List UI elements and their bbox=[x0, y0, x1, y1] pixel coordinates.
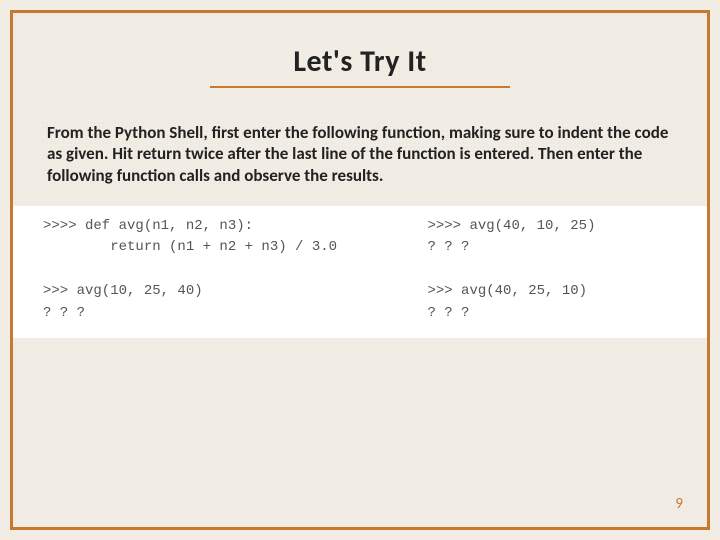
page-number: 9 bbox=[675, 495, 683, 513]
code-block: >>>> def avg(n1, n2, n3): return (n1 + n… bbox=[13, 206, 707, 338]
slide-title: Let's Try It bbox=[13, 43, 707, 80]
code-right-column: >>>> avg(40, 10, 25) ? ? ? >>> avg(40, 2… bbox=[427, 216, 677, 324]
title-underline bbox=[210, 86, 510, 88]
slide-body-text: From the Python Shell, first enter the f… bbox=[47, 122, 673, 186]
code-left-column: >>>> def avg(n1, n2, n3): return (n1 + n… bbox=[43, 216, 367, 324]
slide-frame: Let's Try It From the Python Shell, firs… bbox=[10, 10, 710, 530]
